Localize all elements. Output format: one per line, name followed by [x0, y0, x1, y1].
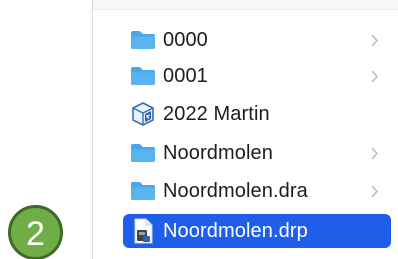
chevron-right-icon	[371, 174, 379, 208]
list-item-2022-martin[interactable]: 2022 Martin	[123, 97, 391, 131]
chevron-right-icon	[371, 23, 379, 57]
column-header-edge	[93, 0, 398, 10]
app-icon	[123, 97, 163, 131]
list-item-noordmolen-dra[interactable]: Noordmolen.dra	[123, 174, 391, 208]
chevron-right-icon	[371, 136, 379, 170]
item-name: Noordmolen	[163, 141, 273, 164]
list-item-0000[interactable]: 0000	[123, 23, 391, 57]
step-number: 2	[26, 214, 45, 253]
folder-icon	[123, 136, 163, 170]
document-icon	[123, 214, 163, 248]
item-name: 0001	[163, 64, 208, 87]
item-name: 0000	[163, 28, 208, 51]
folder-icon	[123, 174, 163, 208]
finder-window: 0000 0001 2022 Martin Noordmolen Noordmo…	[0, 0, 398, 259]
folder-icon	[123, 59, 163, 93]
item-name: 2022 Martin	[163, 102, 270, 125]
step-number-badge: 2	[8, 205, 63, 259]
item-name: Noordmolen.dra	[163, 179, 308, 202]
folder-icon	[123, 23, 163, 57]
item-name: Noordmolen.drp	[163, 219, 308, 242]
list-item-0001[interactable]: 0001	[123, 59, 391, 93]
chevron-right-icon	[371, 59, 379, 93]
list-item-noordmolen-drp[interactable]: Noordmolen.drp	[123, 214, 391, 248]
list-item-noordmolen[interactable]: Noordmolen	[123, 136, 391, 170]
column-view: 0000 0001 2022 Martin Noordmolen Noordmo…	[92, 0, 398, 259]
